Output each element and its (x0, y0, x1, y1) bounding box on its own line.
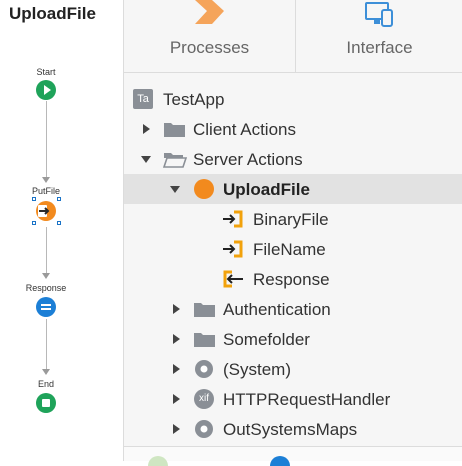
flow-canvas[interactable]: UploadFile Start PutFile Response End (0, 0, 123, 461)
arrow-icon (42, 177, 50, 183)
start-node[interactable] (36, 80, 56, 100)
selection-handle[interactable] (57, 197, 61, 201)
tree-item-app[interactable]: Ta TestApp (124, 84, 462, 114)
collapse-icon[interactable] (141, 156, 151, 163)
elements-panel: Processes Interface Ta TestApp Client Ac… (123, 0, 462, 466)
module-icon (195, 420, 213, 438)
folder-open-icon (163, 153, 187, 168)
outsystemsmaps-label: OutSystemsMaps (223, 420, 358, 439)
node-label-putfile: PutFile (31, 186, 60, 196)
folder-icon (194, 333, 215, 347)
selection-handle[interactable] (57, 221, 61, 225)
folder-icon (164, 123, 185, 137)
process-chevron-icon (195, 0, 224, 24)
flow-title: UploadFile (9, 4, 96, 23)
response-node[interactable] (36, 297, 56, 317)
selection-handle[interactable] (32, 221, 36, 225)
arrow-icon (42, 273, 50, 279)
panel-tabs: Processes Interface (124, 0, 462, 73)
app-badge-icon: Ta (133, 89, 153, 109)
node-label-end: End (37, 379, 54, 389)
param-response-label: Response (253, 270, 330, 289)
expand-icon[interactable] (173, 424, 180, 434)
panel-bottom-toolbar (124, 446, 462, 466)
partial-icon (148, 456, 168, 466)
end-node[interactable] (36, 393, 56, 413)
server-actions-label: Server Actions (193, 150, 303, 169)
expand-icon[interactable] (173, 304, 180, 314)
somefolder-label: Somefolder (223, 330, 310, 349)
putfile-node[interactable] (36, 201, 56, 221)
collapse-icon[interactable] (170, 186, 180, 193)
extension-icon: xif (194, 389, 214, 409)
output-parameter-icon (223, 270, 243, 288)
partial-icon (270, 456, 290, 466)
uploadfile-label: UploadFile (223, 180, 310, 199)
selection-handle[interactable] (32, 197, 36, 201)
tree-item-authentication[interactable]: Authentication (124, 294, 462, 324)
folder-icon (194, 303, 215, 317)
tab-interface[interactable]: Interface (296, 0, 462, 72)
tab-interface-label: Interface (346, 38, 413, 57)
expand-icon[interactable] (173, 394, 180, 404)
tree-item-server-actions[interactable]: Server Actions (124, 144, 462, 174)
connector-start-putfile (46, 101, 47, 179)
tree-item-somefolder[interactable]: Somefolder (124, 324, 462, 354)
input-parameter-icon (223, 210, 243, 228)
assign-icon (41, 304, 51, 310)
arrow-icon (42, 369, 50, 375)
tree-item-uploadfile[interactable]: UploadFile (124, 174, 462, 204)
param-filename-label: FileName (253, 240, 326, 259)
tree-item-outsystemsmaps[interactable]: OutSystemsMaps (124, 414, 462, 444)
play-icon (44, 85, 51, 95)
module-icon (195, 360, 213, 378)
tree-item-client-actions[interactable]: Client Actions (124, 114, 462, 144)
tree-item-system[interactable]: (System) (124, 354, 462, 384)
tree-item-param-binaryfile[interactable]: BinaryFile (124, 204, 462, 234)
app-name: TestApp (163, 90, 225, 109)
param-binaryfile-label: BinaryFile (253, 210, 329, 229)
input-parameter-icon (223, 240, 243, 258)
expand-icon[interactable] (143, 124, 150, 134)
tree-item-param-filename[interactable]: FileName (124, 234, 462, 264)
stop-icon (42, 399, 50, 407)
client-actions-label: Client Actions (193, 120, 296, 139)
execute-action-icon (38, 205, 50, 217)
connector-putfile-response (46, 227, 47, 275)
tab-processes[interactable]: Processes (124, 0, 295, 72)
tree-item-param-response[interactable]: Response (124, 264, 462, 294)
node-label-response: Response (25, 283, 67, 293)
expand-icon[interactable] (173, 364, 180, 374)
server-action-icon (194, 179, 214, 199)
connector-response-end (46, 319, 47, 371)
authentication-label: Authentication (223, 300, 331, 319)
expand-icon[interactable] (173, 334, 180, 344)
httprequesthandler-label: HTTPRequestHandler (223, 390, 391, 409)
system-label: (System) (223, 360, 291, 379)
devices-icon (365, 2, 393, 27)
tab-processes-label: Processes (169, 38, 250, 57)
tree-item-httprequesthandler[interactable]: xif HTTPRequestHandler (124, 384, 462, 414)
node-label-start: Start (36, 67, 56, 77)
